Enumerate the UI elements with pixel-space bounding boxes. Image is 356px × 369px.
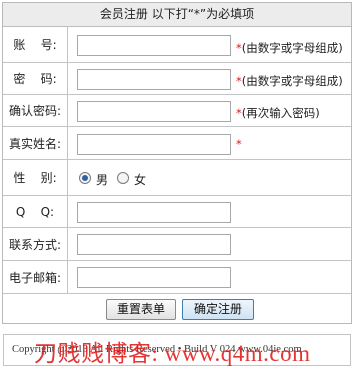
form-header: 会员注册 以下打“*”为必填项 — [3, 3, 351, 27]
gender-male-radio[interactable] — [79, 172, 91, 184]
row-gender: 性 别: 男 女 — [3, 160, 351, 196]
real-name-hint-wrap: * — [236, 137, 242, 151]
required-star: * — [236, 137, 242, 151]
contact-input[interactable] — [77, 234, 231, 255]
gender-male-label[interactable]: 男 — [96, 171, 108, 188]
confirm-password-hint: (再次输入密码) — [241, 106, 320, 120]
gender-label: 性 别: — [3, 160, 68, 195]
qq-label: Q Q: — [3, 196, 68, 227]
email-label: 电子邮箱: — [3, 261, 68, 293]
real-name-input[interactable] — [77, 134, 231, 155]
submit-register-button[interactable]: 确定注册 — [182, 299, 254, 320]
row-contact: 联系方式: — [3, 228, 351, 261]
form-header-title: 会员注册 以下打“*”为必填项 — [99, 7, 255, 21]
password-input[interactable] — [77, 69, 231, 90]
row-email: 电子邮箱: — [3, 261, 351, 294]
confirm-password-label: 确认密码: — [3, 95, 68, 126]
account-hint-wrap: *(由数字或字母组成) — [236, 40, 343, 56]
password-label: 密 码: — [3, 63, 68, 94]
watermark-overlay: 刀贱贱博客: www.q4m.com — [34, 341, 311, 366]
gender-female-label[interactable]: 女 — [134, 171, 146, 188]
email-input[interactable] — [77, 267, 231, 288]
row-account: 账 号: *(由数字或字母组成) — [3, 26, 351, 63]
account-hint: (由数字或字母组成) — [241, 41, 343, 55]
password-hint: (由数字或字母组成) — [241, 74, 343, 88]
confirm-password-input[interactable] — [77, 101, 231, 122]
row-confirm-password: 确认密码: *(再次输入密码) — [3, 95, 351, 127]
gender-female-radio[interactable] — [117, 172, 129, 184]
confirm-hint-wrap: *(再次输入密码) — [236, 105, 320, 121]
real-name-label: 真实姓名: — [3, 127, 68, 159]
account-input[interactable] — [77, 35, 231, 56]
row-qq: Q Q: — [3, 196, 351, 228]
account-label: 账 号: — [3, 26, 68, 62]
qq-input[interactable] — [77, 202, 231, 223]
password-hint-wrap: *(由数字或字母组成) — [236, 73, 343, 89]
form-actions: 重置表单 确定注册 — [3, 294, 351, 323]
reset-form-button[interactable]: 重置表单 — [106, 299, 176, 320]
row-password: 密 码: *(由数字或字母组成) — [3, 63, 351, 95]
row-real-name: 真实姓名: * — [3, 127, 351, 160]
contact-label: 联系方式: — [3, 228, 68, 260]
